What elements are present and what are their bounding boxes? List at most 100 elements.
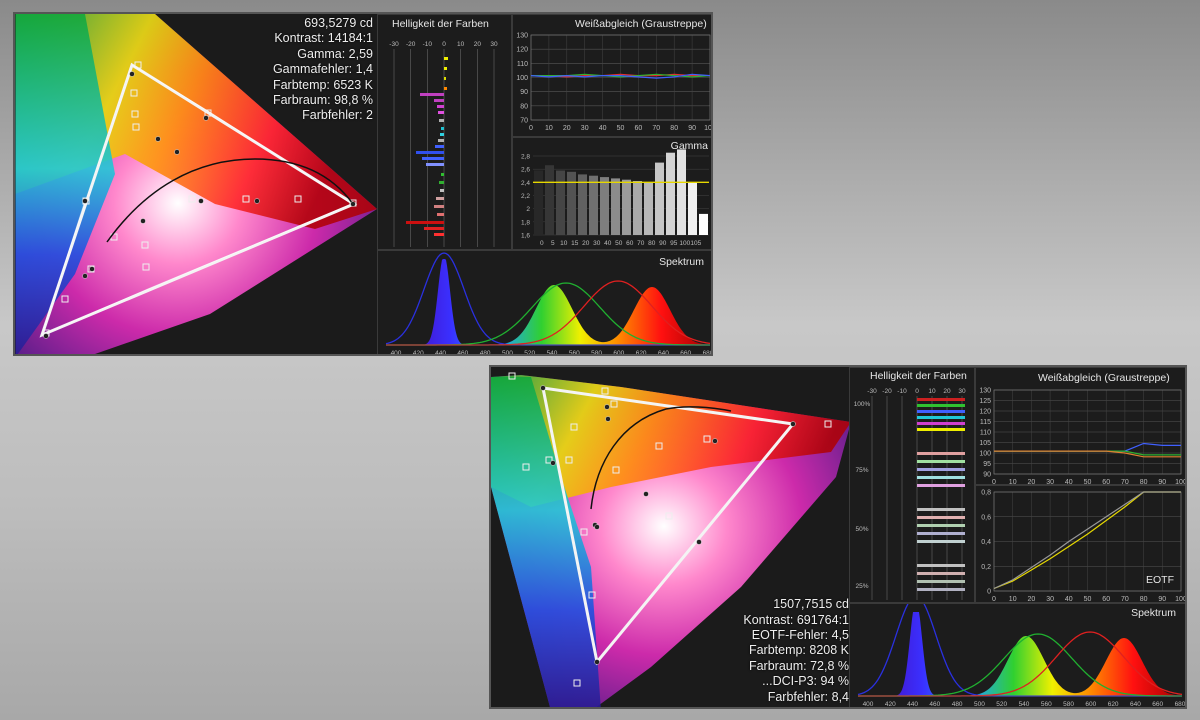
y-tick-label: 90: [520, 89, 528, 96]
gamma-bar: [600, 177, 609, 235]
x-tick-label: 90: [659, 240, 667, 247]
y-tick-label: 0,6: [981, 514, 991, 521]
x-tick-label: 10: [560, 240, 568, 247]
brightness-bar: [917, 540, 965, 543]
brightness-bar: [441, 173, 444, 176]
x-tick-label: 5: [551, 240, 555, 247]
y-tick-label: 125: [979, 398, 991, 405]
x-tick-label: 20: [563, 125, 571, 132]
y-tick-label: 0: [987, 589, 991, 596]
brightness-bar: [441, 127, 444, 130]
x-tick-label: 580: [1063, 701, 1074, 708]
x-tick-label: 10: [1009, 596, 1017, 603]
brightness-bar: [426, 163, 444, 166]
brightness-bar: [434, 205, 444, 208]
x-tick-label: 400: [863, 701, 874, 708]
brightness-chart-2: Helligkeit der Farben -30 -20 -10 0 10 20 30 10…: [849, 367, 975, 603]
x-tick-label: 105: [690, 240, 701, 247]
y-tick-label: 100%: [854, 401, 871, 408]
x-tick-label: 480: [952, 701, 963, 708]
x-tick-label: 460: [929, 701, 940, 708]
brightness-bar: [440, 189, 444, 192]
x-tick-label: 100: [704, 125, 713, 132]
spectrum-emission: [858, 612, 1182, 696]
brightness-bar: [917, 422, 965, 425]
y-tick-label: 75%: [855, 467, 868, 474]
x-tick-label: 20: [474, 41, 482, 48]
y-tick-label: 120: [516, 47, 528, 54]
x-tick-label: 560: [1041, 701, 1052, 708]
x-tick-label: 40: [599, 125, 607, 132]
brightness-bar: [439, 181, 444, 184]
stat-color-space: Farbraum: 98,8 %: [272, 93, 373, 108]
gamma-bar: [534, 170, 543, 235]
x-tick-label: 480: [480, 350, 491, 356]
x-tick-label: 100: [679, 240, 690, 247]
whitebalance-chart-1: Weißabgleich (Graustreppe) 130 120 110 100 9…: [512, 14, 713, 137]
spectrum-title-1: Spektrum: [659, 256, 704, 268]
x-tick-label: -20: [406, 41, 416, 48]
x-tick-label: 70: [1121, 596, 1129, 603]
y-tick-label: 110: [980, 430, 991, 437]
stat-luminance: 693,5279 cd: [304, 16, 373, 30]
x-tick-label: 60: [1102, 596, 1110, 603]
x-tick-label: 520: [524, 350, 535, 356]
y-tick-label: 1,6: [521, 233, 530, 240]
x-tick-label: 20: [943, 388, 951, 395]
whitebalance-plot-2: 13012512011511010510095900 10 20 30 40 50 60 70…: [979, 388, 1185, 487]
x-tick-label: 660: [680, 350, 691, 356]
gamma-bar: [644, 182, 653, 235]
gamma-bar: [666, 152, 675, 235]
brightness-bar: [917, 416, 965, 419]
x-tick-label: 80: [648, 240, 656, 247]
x-tick-label: 30: [581, 125, 589, 132]
brightness-bar: [917, 404, 965, 407]
y-tick-label: 105: [979, 440, 991, 447]
gamma-bar: [589, 175, 598, 235]
x-tick-label: 560: [569, 350, 580, 356]
stat-gamma: Gamma: 2,59: [297, 46, 373, 61]
x-tick-label: 60: [626, 240, 634, 247]
x-tick-label: 680: [1175, 701, 1186, 708]
spectrum-chart-2: 400 420 440 460 480 500 520 540 560 580 600 620 640 6…: [849, 603, 1186, 708]
x-tick-label: 600: [1085, 701, 1096, 708]
gamma-plot-1: 2,82,62,42,221,81,60 5 10 15 20 30 40 50 60 70 80 9…: [521, 149, 709, 247]
gamma-bar: [622, 179, 631, 235]
y-tick-label: 50%: [855, 526, 868, 533]
x-tick-label: -30: [389, 41, 399, 48]
x-tick-label: 0: [540, 240, 544, 247]
eotf-chart-2: 0,8 0,6 0,4 0,2 0 0 10 20 30 40 50 60 70 80 90 100 EOTF: [975, 485, 1185, 604]
x-tick-label: -10: [423, 41, 433, 48]
y-tick-label: 100: [979, 451, 991, 458]
y-tick-label: 2: [526, 206, 530, 213]
x-tick-label: 50: [615, 240, 623, 247]
y-tick-label: 120: [979, 409, 991, 416]
brightness-bar: [436, 197, 444, 200]
x-tick-label: 80: [1140, 596, 1148, 603]
gamma-bar: [677, 149, 686, 235]
y-tick-label: 80: [520, 103, 528, 110]
brightness-bar: [917, 398, 965, 401]
gamma-bar: [611, 178, 620, 235]
brightness-bar: [917, 564, 965, 567]
brightness-bar: [439, 119, 444, 122]
brightness-plot-1: -30 -20 -10 0 10 20 30: [389, 41, 498, 247]
x-tick-label: 0: [915, 388, 919, 395]
x-tick-label: 620: [1108, 701, 1119, 708]
y-tick-label: 2,4: [521, 180, 530, 187]
x-tick-label: 0: [992, 596, 996, 603]
brightness-bar: [917, 524, 965, 527]
brightness-bar: [917, 588, 965, 591]
x-tick-label: 600: [613, 350, 624, 356]
y-tick-label: 130: [516, 33, 528, 40]
x-tick-label: 10: [928, 388, 936, 395]
stat-luminance: 1507,7515 cd: [773, 597, 849, 612]
eotf-title-2: EOTF: [1146, 574, 1174, 586]
y-tick-label: 110: [517, 61, 528, 68]
eotf-plot-2: 0,8 0,6 0,4 0,2 00 10 20 30 40 50 60 70 80 90 100: [981, 490, 1185, 604]
x-tick-label: 30: [958, 388, 966, 395]
y-tick-label: 2,6: [521, 167, 530, 174]
brightness-bar: [434, 99, 444, 102]
brightness-bar: [444, 67, 447, 70]
brightness-plot-2: -30 -20 -10 0 10 20 30 100% 75% 50% 25%: [854, 388, 966, 600]
